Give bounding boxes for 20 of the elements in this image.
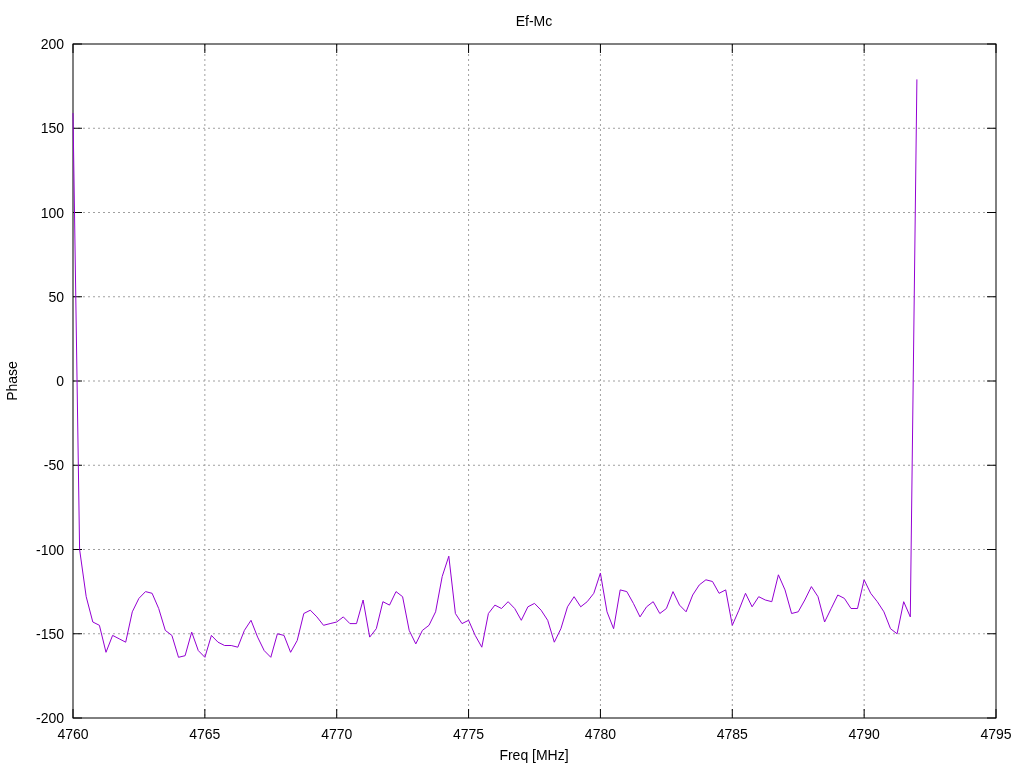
x-tick-label: 4765: [189, 726, 221, 742]
y-tick-label: -50: [43, 457, 64, 474]
y-tick-label: 50: [48, 288, 64, 305]
x-axis-label: Freq [MHz]: [499, 747, 569, 763]
y-axis-label: Phase: [4, 361, 20, 401]
y-tick-label: 0: [56, 373, 64, 389]
chart-title: Ef-Mc: [515, 13, 553, 29]
y-tick-label: 150: [40, 120, 64, 137]
x-tick-label: 4780: [584, 726, 616, 742]
x-tick-label: 4770: [321, 726, 353, 742]
x-tick-label: 4775: [453, 726, 485, 742]
x-tick-label: 4785: [716, 726, 748, 742]
x-tick-label: 4790: [848, 726, 880, 742]
y-tick-label: -150: [35, 625, 64, 642]
x-tick-label: 4760: [57, 726, 89, 742]
y-tick-label: 100: [40, 204, 64, 221]
y-tick-label: -100: [35, 541, 64, 558]
y-tick-label: -200: [35, 710, 64, 726]
y-tick-label: 200: [40, 36, 64, 52]
x-tick-label: 4795: [980, 726, 1012, 742]
